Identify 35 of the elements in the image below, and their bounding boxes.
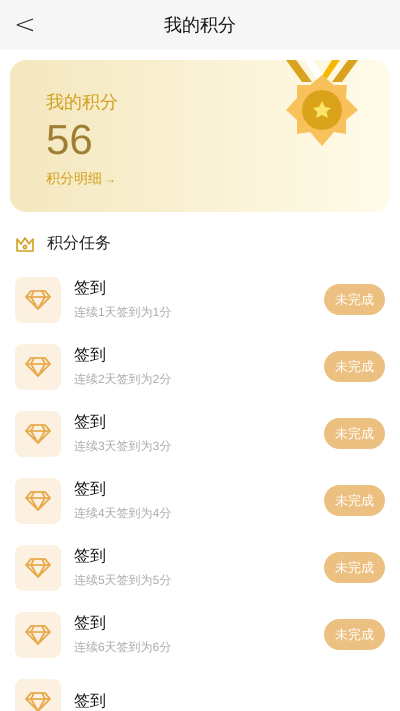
status-button[interactable]: 未完成 <box>324 284 385 315</box>
back-button[interactable]: < <box>14 12 36 38</box>
task-description: 连续5天签到为5分 <box>74 572 172 589</box>
task-description: 连续3天签到为3分 <box>74 438 172 455</box>
section-title: 积分任务 <box>47 234 111 254</box>
task-description: 连续1天签到为1分 <box>74 304 172 321</box>
points-label: 我的积分 <box>46 91 118 114</box>
task-title: 签到 <box>74 346 107 366</box>
task-title: 签到 <box>74 480 107 500</box>
diamond-icon <box>25 690 51 711</box>
diamond-icon <box>25 556 51 578</box>
task-description: 连续6天签到为6分 <box>74 639 172 656</box>
status-button[interactable]: 未完成 <box>324 619 385 650</box>
task-title: 签到 <box>74 692 107 711</box>
diamond-icon <box>25 422 51 444</box>
diamond-icon <box>25 490 51 512</box>
status-button[interactable]: 未完成 <box>324 351 385 382</box>
status-button[interactable]: 未完成 <box>324 485 385 516</box>
task-title: 签到 <box>74 547 107 567</box>
task-description: 连续4天签到为4分 <box>74 505 172 522</box>
status-button[interactable]: 未完成 <box>324 552 385 583</box>
diamond-icon <box>25 624 51 646</box>
task-title: 签到 <box>74 614 107 634</box>
diamond-icon <box>25 288 51 310</box>
medal-icon <box>284 60 360 146</box>
page-title: 我的积分 <box>164 14 236 36</box>
diamond-icon <box>25 356 51 378</box>
arrow-icon: → <box>104 170 116 188</box>
points-value: 56 <box>46 116 93 164</box>
crown-icon <box>15 236 35 252</box>
task-description: 连续2天签到为2分 <box>74 371 172 388</box>
status-button[interactable]: 未完成 <box>324 418 385 449</box>
points-detail-link[interactable]: 积分明细→ <box>46 168 116 189</box>
task-title: 签到 <box>74 279 107 299</box>
task-title: 签到 <box>74 413 107 433</box>
